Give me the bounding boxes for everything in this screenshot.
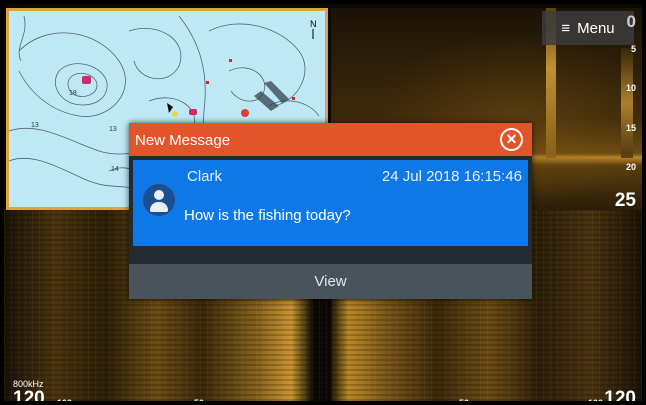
depth-sounding-label: 13 bbox=[31, 122, 39, 129]
depth-sounding-label: 13 bbox=[109, 126, 117, 133]
range-right-label: 120 bbox=[604, 388, 636, 401]
hamburger-icon: ≡ bbox=[561, 19, 571, 37]
depth-tick: 15 bbox=[625, 123, 636, 133]
range-left-tick: 100 bbox=[57, 398, 72, 401]
dialog-title: New Message bbox=[135, 132, 231, 149]
depth-sounding-label: 18 bbox=[69, 90, 77, 97]
depth-current: 25 bbox=[614, 190, 636, 211]
dialog-header: New Message ✕ bbox=[129, 123, 532, 156]
depth-zero-label: 0 bbox=[626, 12, 636, 31]
message-text: How is the fishing today? bbox=[184, 207, 351, 224]
range-right-tick: 100 bbox=[588, 398, 603, 401]
depth-tick: 10 bbox=[625, 83, 636, 93]
view-button[interactable]: View bbox=[129, 264, 532, 299]
message-card[interactable]: Clark 24 Jul 2018 16:15:46 How is the fi… bbox=[133, 160, 528, 246]
display-frame: N 1318141314 ≡ Menu 0 5 10 15 20 25 800k… bbox=[4, 4, 642, 401]
range-mid-tick: 50 bbox=[459, 398, 469, 401]
new-message-dialog: New Message ✕ Clark 24 Jul 2018 16:15:46… bbox=[129, 123, 532, 299]
range-left-label: 120 bbox=[13, 388, 45, 401]
message-timestamp: 24 Jul 2018 16:15:46 bbox=[381, 168, 522, 185]
depth-tick: 20 bbox=[625, 162, 636, 172]
close-icon[interactable]: ✕ bbox=[500, 128, 523, 151]
depth-sounding-label: 14 bbox=[111, 166, 119, 173]
menu-button[interactable]: ≡ Menu bbox=[542, 11, 634, 45]
depth-tick: 5 bbox=[630, 44, 636, 54]
menu-label: Menu bbox=[577, 19, 615, 37]
range-mid-tick: 50 bbox=[194, 398, 204, 401]
person-icon bbox=[143, 184, 175, 216]
message-sender: Clark bbox=[187, 168, 223, 185]
svg-text:N: N bbox=[310, 19, 317, 29]
sonar-return bbox=[621, 48, 633, 158]
